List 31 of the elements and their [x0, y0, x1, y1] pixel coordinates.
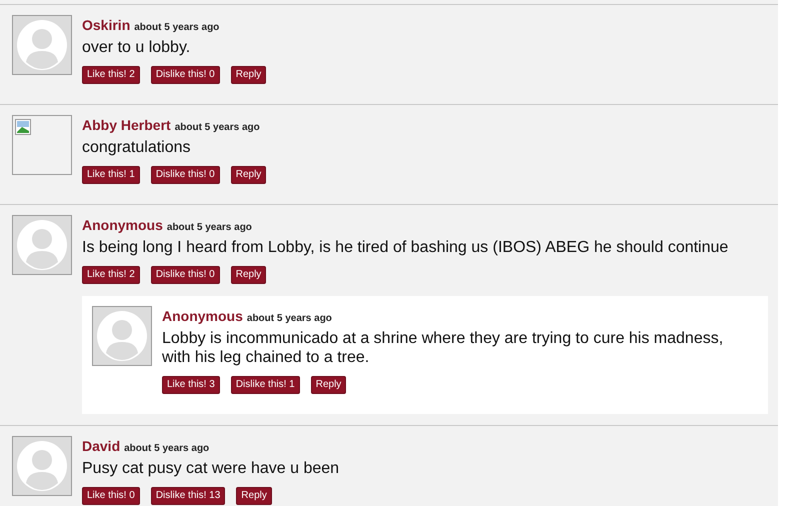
- author-name[interactable]: Anonymous: [162, 308, 243, 324]
- timestamp: about 5 years ago: [174, 122, 260, 133]
- timestamp: about 5 years ago: [134, 22, 220, 33]
- reply-button[interactable]: Reply: [230, 166, 266, 184]
- author-name[interactable]: David: [82, 438, 120, 454]
- dislike-button[interactable]: Dislike this! 13: [150, 487, 226, 505]
- author-name[interactable]: Oskirin: [82, 17, 130, 33]
- timestamp: about 5 years ago: [246, 313, 332, 324]
- like-button[interactable]: Like this! 0: [82, 487, 140, 505]
- comment-text: Is being long I heard from Lobby, is he tired of bashing us (IBOS) ABEG he should continue: [82, 238, 730, 257]
- dislike-button[interactable]: Dislike this! 0: [150, 266, 220, 284]
- author-name[interactable]: Abby Herbert: [82, 117, 171, 133]
- like-button[interactable]: Like this! 2: [82, 66, 140, 84]
- comment-text: congratulations: [82, 138, 192, 157]
- like-button[interactable]: Like this! 1: [82, 166, 140, 184]
- broken-image-icon: [15, 119, 31, 135]
- like-button[interactable]: Like this! 2: [82, 266, 140, 284]
- comment-text: over to u lobby.: [82, 38, 192, 57]
- dislike-button[interactable]: Dislike this! 1: [230, 376, 300, 394]
- dislike-button[interactable]: Dislike this! 0: [150, 166, 220, 184]
- dislike-button[interactable]: Dislike this! 0: [150, 66, 220, 84]
- author-name[interactable]: Anonymous: [82, 217, 163, 233]
- reply-button[interactable]: Reply: [230, 66, 266, 84]
- reply-button[interactable]: Reply: [310, 376, 346, 394]
- timestamp: about 5 years ago: [124, 443, 210, 454]
- comment-text: Lobby is incommunicado at a shrine where they are trying to cure his madness, with his leg chained to a tree.: [162, 329, 724, 367]
- timestamp: about 5 years ago: [166, 222, 252, 233]
- reply-button[interactable]: Reply: [230, 266, 266, 284]
- reply-button[interactable]: Reply: [236, 487, 272, 505]
- comment-text: Pusy cat pusy cat were have u been: [82, 459, 340, 478]
- like-button[interactable]: Like this! 3: [162, 376, 220, 394]
